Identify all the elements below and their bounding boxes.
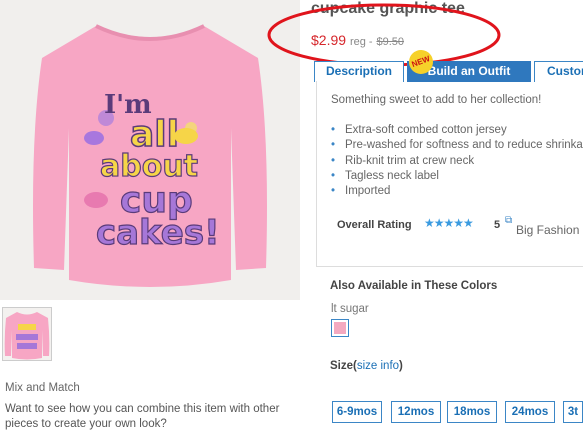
red-highlight-oval: [267, 3, 501, 67]
size-option[interactable]: 6-9mos: [332, 401, 382, 423]
size-label-text: Size: [330, 360, 354, 372]
list-item: Imported: [331, 185, 583, 200]
mix-and-match-title: Mix and Match: [5, 382, 80, 394]
thumbnail-shirt-icon: [4, 312, 50, 360]
list-item: Pre-washed for softness and to reduce sh…: [331, 139, 583, 154]
mix-and-match-text: Want to see how you can combine this ite…: [5, 403, 280, 430]
list-item: Rib-knit trim at crew neck: [331, 155, 583, 170]
rating-label: Overall Rating: [337, 219, 412, 231]
size-option[interactable]: 24mos: [505, 401, 555, 423]
rating-value: 5: [494, 219, 501, 231]
size-info-link[interactable]: size info: [357, 360, 399, 372]
swatch-fill: [334, 322, 346, 334]
product-thumbnail[interactable]: [2, 307, 52, 361]
tab-description[interactable]: Description: [314, 61, 404, 82]
tab-custom[interactable]: Custom: [534, 61, 583, 82]
svg-text:about: about: [100, 149, 198, 184]
size-option[interactable]: 12mos: [391, 401, 441, 423]
shirt-graphic: I'm all about cup cakes!: [33, 24, 267, 287]
size-label: Size(size info): [330, 360, 403, 372]
color-swatch[interactable]: [331, 319, 349, 337]
colors-heading: Also Available in These Colors: [330, 280, 498, 292]
svg-text:cakes!: cakes!: [96, 213, 220, 253]
fit-text: Big Fashion: [516, 223, 580, 237]
description-intro: Something sweet to add to her collection…: [331, 94, 542, 106]
color-name: lt sugar: [331, 303, 369, 315]
size-option[interactable]: 3t: [563, 401, 583, 423]
feature-list: Extra-soft combed cotton jersey Pre-wash…: [331, 124, 583, 200]
star-rating-icon: ★★★★★: [424, 216, 474, 230]
external-link-icon[interactable]: ⧉: [505, 215, 512, 226]
product-main-image[interactable]: I'm all about cup cakes!: [0, 0, 300, 300]
size-option[interactable]: 18mos: [447, 401, 497, 423]
list-item: Tagless neck label: [331, 170, 583, 185]
list-item: Extra-soft combed cotton jersey: [331, 124, 583, 139]
